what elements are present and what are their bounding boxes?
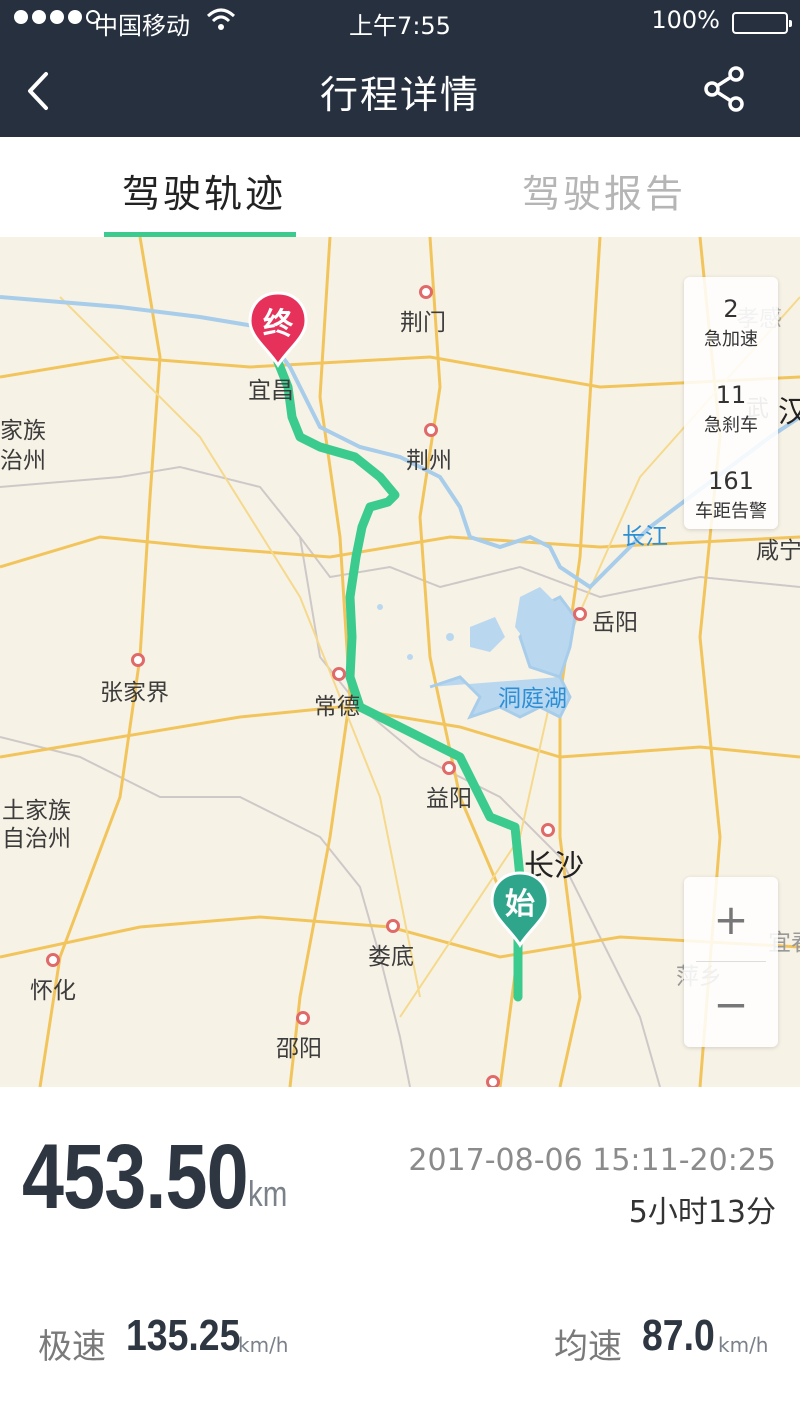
avg-speed-unit: km/h xyxy=(718,1333,769,1357)
app-header: 中国移动 上午7:55 100% 行程详情 xyxy=(0,0,800,137)
place-yiyang: 益阳 xyxy=(426,786,472,812)
max-speed-value: 135.25 xyxy=(126,1311,241,1360)
place-jingzhou: 荆州 xyxy=(406,448,452,474)
max-speed-label: 极速 xyxy=(38,1327,106,1367)
city-dot-huaihua xyxy=(46,953,60,967)
zoom-controls: + − xyxy=(684,877,778,1047)
city-dot-jingzhou xyxy=(424,423,438,437)
end-marker-label: 终 xyxy=(263,307,293,342)
place-changjiang: 长江 xyxy=(622,524,668,550)
city-dot-south xyxy=(486,1075,500,1087)
place-tujia-a: 家族 xyxy=(0,418,46,444)
page-title: 行程详情 xyxy=(319,73,480,117)
max-speed-unit: km/h xyxy=(238,1333,289,1357)
avg-speed-label: 均速 xyxy=(554,1327,622,1367)
battery-icon xyxy=(732,12,792,34)
event-label: 车距告警 xyxy=(695,501,767,522)
city-dot-jingmen xyxy=(419,285,433,299)
city-dot-changde xyxy=(332,667,346,681)
place-zhangjiajie: 张家界 xyxy=(100,680,169,706)
city-dot-shaoyang xyxy=(296,1011,310,1025)
city-dot-changsha xyxy=(541,823,555,837)
trip-datetime: 2017-08-06 15:11-20:25 xyxy=(408,1143,776,1178)
place-yueyang: 岳阳 xyxy=(592,610,638,636)
tab-driving-report[interactable]: 驾驶报告 xyxy=(522,163,686,218)
city-dot-zhangjiajie xyxy=(131,653,145,667)
place-shaoyang: 邵阳 xyxy=(276,1036,322,1062)
trip-duration: 5小时13分 xyxy=(628,1195,776,1230)
share-button[interactable] xyxy=(700,64,750,114)
event-count: 161 xyxy=(708,467,754,495)
battery-percentage: 100% xyxy=(651,6,720,34)
trip-distance: 453.50 km xyxy=(22,1125,297,1230)
city-dot-yueyang xyxy=(573,607,587,621)
start-marker-label: 始 xyxy=(505,887,535,922)
zoom-out-button[interactable]: − xyxy=(684,962,778,1047)
zoom-in-button[interactable]: + xyxy=(684,877,778,962)
event-distance-warning[interactable]: 161 车距告警 xyxy=(684,467,778,523)
distance-value: 453.50 xyxy=(22,1126,249,1228)
status-bar: 中国移动 上午7:55 100% xyxy=(0,0,800,44)
avg-speed-value: 87.0 xyxy=(642,1311,715,1360)
event-label: 急加速 xyxy=(704,329,758,350)
driving-events-panel: 2 急加速 11 急刹车 161 车距告警 xyxy=(684,277,778,529)
place-changde: 常德 xyxy=(314,694,360,720)
place-xianning: 咸宁 xyxy=(756,538,800,564)
place-dongtinghu: 洞庭湖 xyxy=(498,686,567,712)
place-wuhan: 汉 xyxy=(778,395,800,430)
place-huaihua: 怀化 xyxy=(30,978,76,1004)
place-tujia-b: 治州 xyxy=(0,448,46,474)
place-jingmen: 荆门 xyxy=(400,310,446,336)
start-marker[interactable]: 始 xyxy=(488,869,552,949)
distance-unit: km xyxy=(248,1173,288,1214)
place-loudi: 娄底 xyxy=(368,944,414,970)
event-count: 2 xyxy=(723,295,739,323)
share-icon xyxy=(704,66,744,112)
event-count: 11 xyxy=(715,381,747,409)
place-yichang: 宜昌 xyxy=(248,378,294,404)
event-label: 急刹车 xyxy=(704,415,758,436)
place-tujia-d: 自治州 xyxy=(2,826,71,852)
tab-driving-track[interactable]: 驾驶轨迹 xyxy=(122,163,286,218)
trip-stats: 453.50 km 2017-08-06 15:11-20:25 5小时13分 … xyxy=(0,1087,800,1423)
city-dot-yiyang xyxy=(442,761,456,775)
route-map[interactable]: 荆门 宜昌 荆州 长江 岳阳 洞庭湖 张家界 常德 益阳 长沙 娄底 怀化 邵阳… xyxy=(0,237,800,1087)
end-marker[interactable]: 终 xyxy=(246,289,310,369)
event-hard-acceleration[interactable]: 2 急加速 xyxy=(684,295,778,351)
tab-bar: 驾驶轨迹 驾驶报告 xyxy=(0,137,800,237)
event-hard-braking[interactable]: 11 急刹车 xyxy=(684,381,778,437)
city-dot-loudi xyxy=(386,919,400,933)
